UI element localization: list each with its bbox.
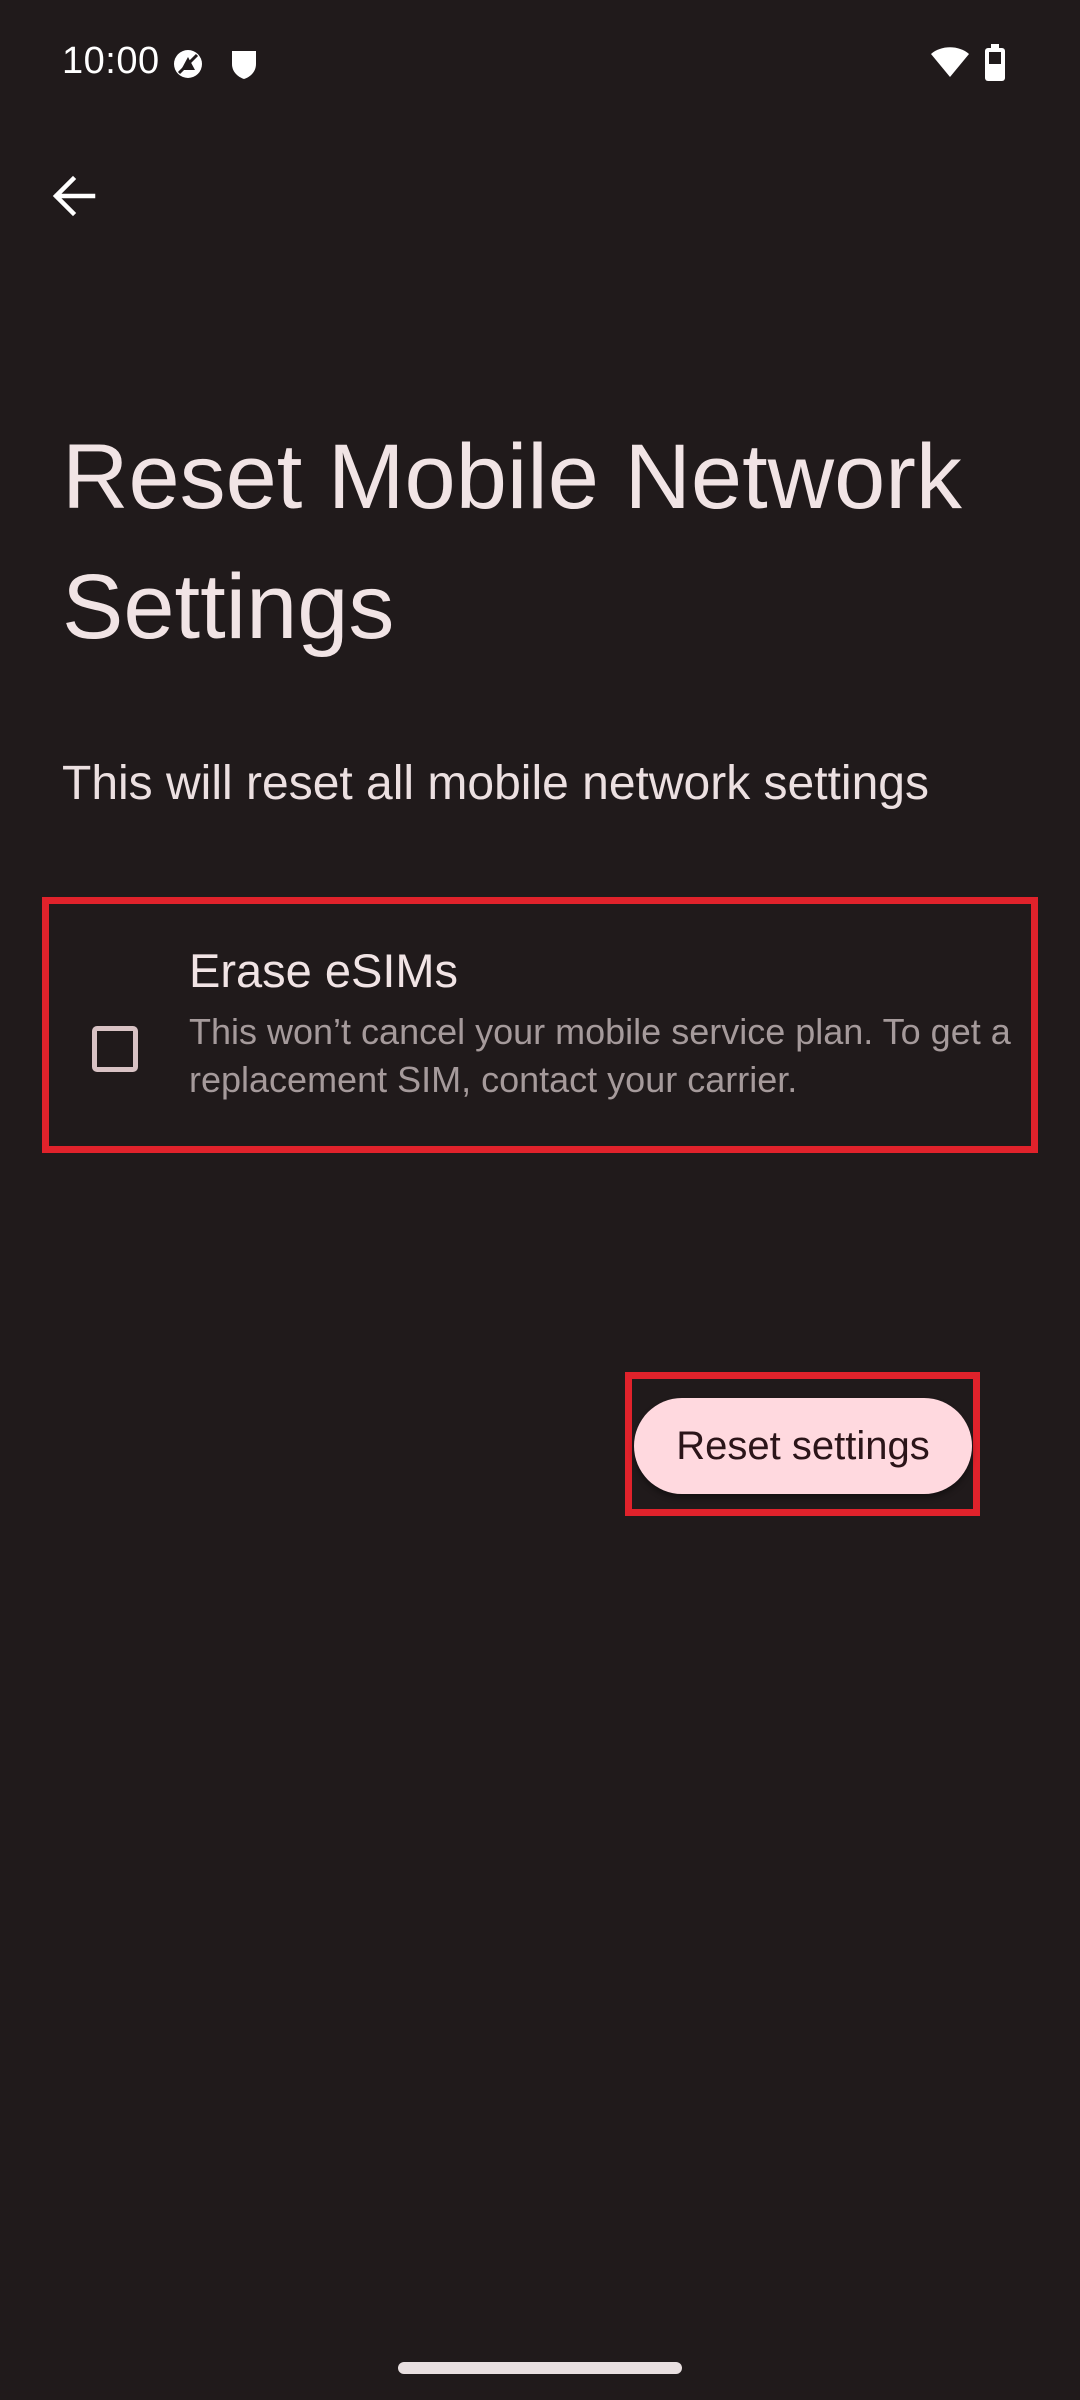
wifi-icon: [930, 46, 970, 83]
page-subtitle: This will reset all mobile network setti…: [62, 757, 929, 810]
gesture-nav-handle[interactable]: [398, 2362, 682, 2374]
erase-esims-checkbox[interactable]: [92, 1026, 138, 1072]
screen: 10:00 Reset Mobile Network Settings This…: [0, 0, 1080, 2400]
back-button[interactable]: [28, 152, 120, 244]
battery-icon: [984, 44, 1006, 87]
status-bar: 10:00: [0, 0, 1080, 130]
option-title: Erase eSIMs: [189, 944, 459, 997]
erase-esims-option[interactable]: Erase eSIMs This won’t cancel your mobil…: [42, 897, 1038, 1153]
option-description: This won’t cancel your mobile service pl…: [189, 1011, 1011, 1100]
arrow-back-icon: [51, 173, 97, 224]
vpn-lock-icon: [172, 48, 204, 85]
page-title: Reset Mobile Network Settings: [62, 426, 962, 658]
status-time: 10:00: [62, 40, 160, 82]
shield-icon: [230, 48, 258, 85]
reset-settings-button[interactable]: Reset settings: [634, 1398, 972, 1494]
